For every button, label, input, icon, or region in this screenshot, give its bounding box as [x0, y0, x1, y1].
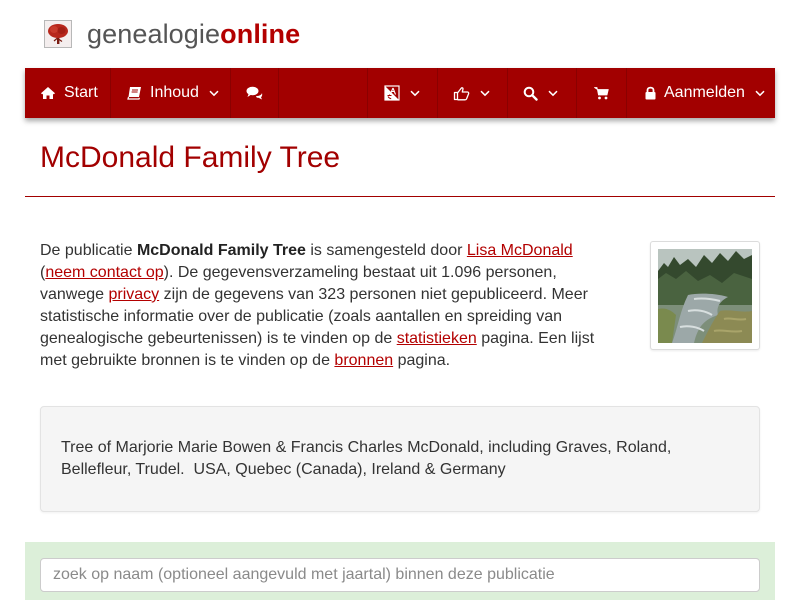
sources-link[interactable]: bronnen [334, 352, 393, 369]
nav-search[interactable] [508, 68, 577, 118]
brand-name: genealogieonline [87, 17, 300, 51]
privacy-link[interactable]: privacy [109, 286, 160, 303]
publication-search-band [25, 542, 775, 600]
publication-name: McDonald Family Tree [136, 242, 306, 259]
nav-cart[interactable] [577, 68, 627, 118]
chevron-down-icon [410, 90, 420, 96]
river-landscape-image [658, 249, 752, 343]
nav-forum[interactable] [231, 68, 279, 118]
brand-logo[interactable]: genealogieonline [44, 17, 300, 51]
brand-name-part2: online [220, 19, 301, 49]
chevron-down-icon [755, 90, 765, 96]
nav-spacer [279, 68, 368, 118]
title-divider [25, 196, 775, 197]
tree-logo-icon [44, 20, 72, 48]
publication-intro: De publicatie McDonald Family Tree is sa… [40, 240, 615, 372]
publication-thumbnail[interactable] [650, 241, 760, 350]
contact-link[interactable]: neem contact op [45, 264, 163, 281]
nav-recommend[interactable] [438, 68, 508, 118]
publication-description-panel: Tree of Marjorie Marie Bowen & Francis C… [40, 406, 760, 512]
search-icon [523, 86, 538, 101]
publication-description: Tree of Marjorie Marie Bowen & Francis C… [61, 439, 676, 478]
book-icon [127, 87, 141, 100]
intro-text: is samengesteld door [305, 242, 467, 259]
author-link[interactable]: Lisa McDonald [467, 242, 573, 259]
comments-icon [246, 86, 263, 100]
thumbs-up-icon [453, 86, 470, 100]
search-input[interactable] [40, 558, 760, 592]
language-icon [384, 85, 400, 101]
nav-start[interactable]: Start [25, 68, 111, 118]
main-navbar: Start Inhoud Aanmelden [25, 68, 775, 118]
nav-login[interactable]: Aanmelden [627, 68, 775, 118]
brand-name-part1: genealogie [87, 19, 221, 49]
statistics-link[interactable]: statistieken [397, 330, 477, 347]
intro-text: pagina. [393, 352, 451, 369]
page-title: McDonald Family Tree [40, 141, 341, 174]
nav-inhoud[interactable]: Inhoud [111, 68, 231, 118]
nav-login-label: Aanmelden [664, 84, 745, 101]
chevron-down-icon [209, 90, 219, 96]
nav-inhoud-label: Inhoud [150, 84, 199, 101]
nav-start-label: Start [64, 84, 98, 101]
home-icon [41, 87, 55, 99]
shopping-cart-icon [594, 87, 609, 100]
chevron-down-icon [548, 90, 558, 96]
lock-icon [645, 86, 656, 100]
intro-text: De publicatie [40, 242, 137, 259]
nav-language[interactable] [368, 68, 438, 118]
chevron-down-icon [480, 90, 490, 96]
